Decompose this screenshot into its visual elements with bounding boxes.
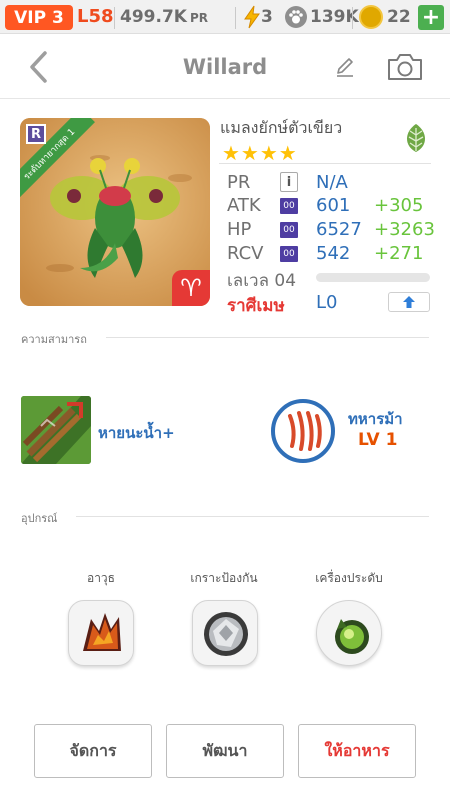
aries-icon: ♈ (172, 270, 210, 306)
equipment-section-title: อุปกรณ์ (21, 512, 58, 525)
weapon-slot-label: อาวุธ (86, 571, 115, 585)
divider (76, 516, 429, 517)
develop-button[interactable]: พัฒนา (166, 724, 284, 778)
claw-weapon-icon (83, 613, 121, 651)
rcv-label: RCV (227, 243, 264, 264)
hp-value: 6527 (316, 219, 362, 240)
rcv-bonus: +271 (374, 243, 424, 264)
atk-bonus: +305 (374, 195, 424, 216)
pencil-icon[interactable] (333, 55, 357, 79)
coin-count: 22 (387, 7, 411, 27)
level-progress-bar (316, 273, 430, 282)
divider (106, 337, 429, 338)
armor-slot-label: เกราะป้องกัน (190, 571, 258, 585)
atk-badge: 00 (280, 198, 298, 214)
rcv-value: 542 (316, 243, 351, 264)
atk-label: ATK (227, 195, 261, 216)
accessory-slot-label: เครื่องประดับ (315, 571, 383, 585)
hp-label: HP (227, 219, 252, 240)
rarity-badge: R (26, 124, 46, 144)
rcv-badge: 00 (280, 246, 298, 262)
player-level: L58 (77, 6, 114, 27)
add-currency-button[interactable]: + (418, 5, 444, 30)
power-rating: 499.7K PR (120, 7, 208, 27)
coin-icon (359, 5, 383, 29)
power-suffix: PR (189, 11, 208, 25)
pet-portrait[interactable]: ระดับหายากสุด 1 R ♈ (20, 118, 210, 306)
pr-label: PR (227, 172, 251, 193)
scratch-marks-icon[interactable] (270, 398, 336, 464)
gem-accessory-icon (335, 619, 369, 654)
camera-icon[interactable] (386, 51, 424, 83)
hp-bonus: +3263 (374, 219, 435, 240)
divider (352, 7, 353, 29)
manage-button[interactable]: จัดการ (34, 724, 152, 778)
rank-value: L0 (316, 292, 338, 313)
status-bar: VIP 3 L58 499.7K PR 3 139K 22 + (0, 0, 450, 34)
divider (114, 7, 115, 29)
star-rating: ★★★★ (222, 141, 298, 165)
divider (235, 7, 236, 29)
trait-level: LV 1 (358, 430, 398, 450)
info-icon[interactable]: i (280, 172, 298, 192)
abilities-section-title: ความสามารถ (21, 333, 87, 346)
divider (219, 163, 431, 164)
header: Willard (0, 35, 450, 99)
pr-value: N/A (316, 172, 348, 193)
accessory-slot[interactable] (316, 600, 382, 666)
feed-button[interactable]: ให้อาหาร (298, 724, 416, 778)
pet-detail-screen: VIP 3 L58 499.7KPR 3 139K 22 + Willard (0, 0, 450, 800)
lightning-icon (244, 5, 260, 29)
upgrade-button[interactable] (388, 292, 430, 312)
leaf-icon (407, 124, 425, 152)
weapon-slot[interactable] (68, 600, 134, 666)
arrow-up-icon (403, 296, 415, 308)
trait-name: ทหารม้า (348, 410, 403, 428)
armor-slot[interactable] (192, 600, 258, 666)
pet-name: แมลงยักษ์ตัวเขียว (220, 118, 343, 137)
zodiac-label: ราศีเมษ (227, 296, 285, 316)
paw-icon (285, 6, 307, 28)
level-label: เลเวล 04 (227, 271, 297, 291)
page-title: Willard (182, 55, 268, 79)
claw-strike-skill-icon[interactable] (21, 396, 91, 464)
atk-value: 601 (316, 195, 351, 216)
hp-badge: 00 (280, 222, 298, 238)
skill-name: หายนะน้ำ+ (98, 424, 175, 442)
power-value: 499.7K (120, 7, 187, 27)
shield-armor-icon (204, 612, 248, 656)
energy-count: 3 (261, 7, 273, 27)
vip-badge[interactable]: VIP 3 (5, 5, 73, 30)
